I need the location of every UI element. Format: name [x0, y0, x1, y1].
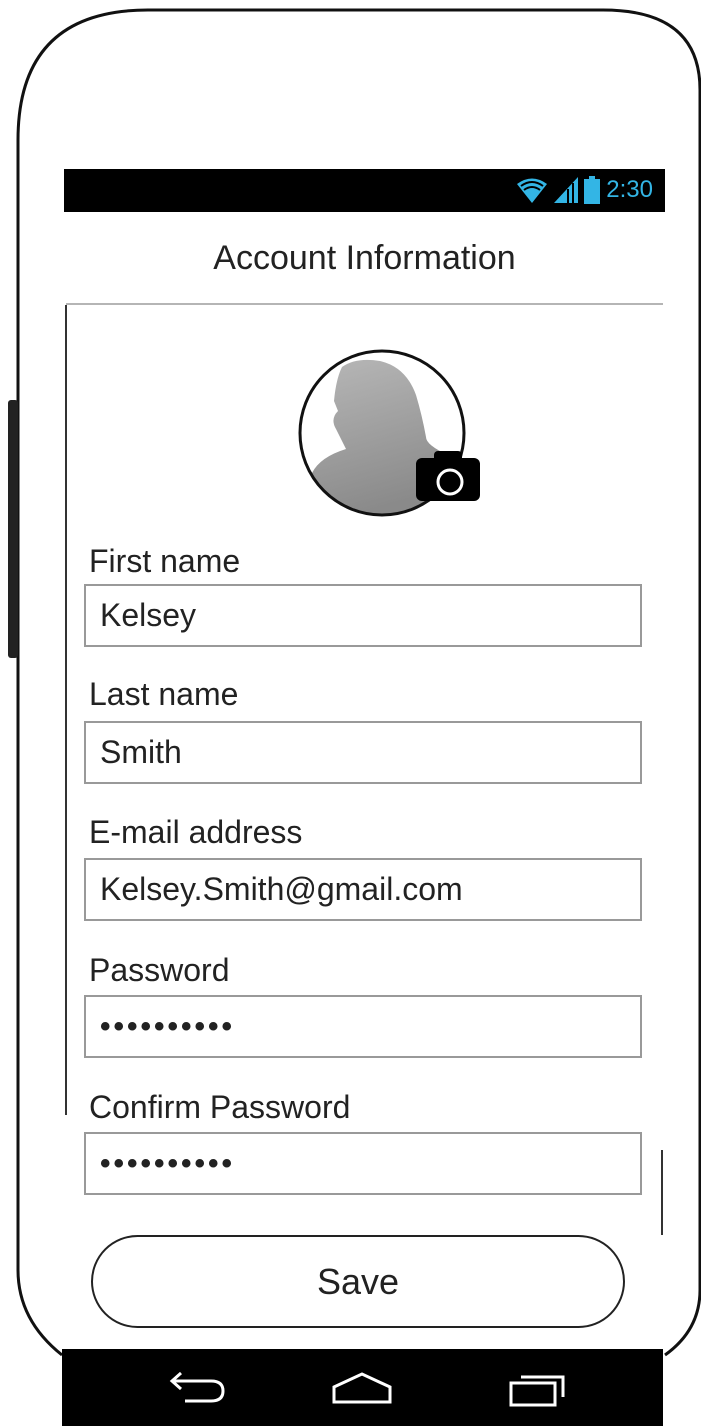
signal-icon: [554, 177, 579, 203]
email-label: E-mail address: [89, 814, 303, 850]
confirm-password-label: Confirm Password: [89, 1089, 351, 1125]
confirm-password-input[interactable]: [84, 1132, 642, 1195]
last-name-label: Last name: [89, 676, 239, 712]
header-divider: [66, 303, 663, 305]
save-button[interactable]: Save: [91, 1235, 625, 1328]
email-input[interactable]: [84, 858, 642, 921]
first-name-input[interactable]: [84, 584, 642, 647]
first-name-label: First name: [89, 543, 241, 579]
home-button[interactable]: [322, 1361, 402, 1415]
page-title: Account Information: [213, 238, 516, 277]
last-name-input[interactable]: [84, 721, 642, 784]
password-label: Password: [89, 952, 230, 988]
navigation-bar: [62, 1349, 663, 1426]
home-icon: [332, 1372, 392, 1404]
back-button[interactable]: [157, 1361, 237, 1415]
recents-button[interactable]: [498, 1361, 578, 1415]
battery-icon: [584, 176, 601, 204]
recents-icon: [509, 1375, 565, 1407]
screen-edge: [65, 305, 67, 1115]
status-time: 2:30: [606, 176, 653, 203]
status-bar: 2:30: [64, 169, 665, 212]
back-icon: [169, 1371, 225, 1403]
password-input[interactable]: [84, 995, 642, 1058]
scrollbar[interactable]: [661, 1150, 663, 1235]
wifi-icon: [517, 178, 548, 203]
camera-icon[interactable]: [416, 451, 480, 501]
